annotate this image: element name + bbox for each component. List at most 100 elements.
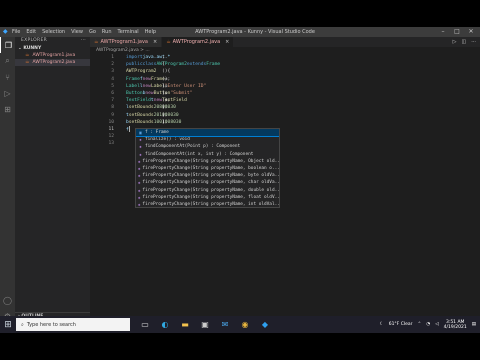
close-tab-icon[interactable]: × xyxy=(153,37,157,47)
maximize-icon[interactable]: □ xyxy=(450,27,464,37)
close-icon[interactable]: ✕ xyxy=(464,27,478,37)
menu-item-selection[interactable]: Selection xyxy=(42,29,65,35)
edge-browser-icon[interactable]: ◐ xyxy=(158,318,172,332)
menu-item-help[interactable]: Help xyxy=(145,29,156,35)
explorer-icon[interactable]: ❐ xyxy=(0,37,16,53)
code-line[interactable]: 5 Label l = new Label("Enter User ID"); xyxy=(90,83,480,90)
code-token: java.awt.* xyxy=(142,55,171,60)
menu-item-run[interactable]: Run xyxy=(102,29,112,35)
folder-kunny[interactable]: ⌄ KUNNY xyxy=(15,45,90,52)
code-line[interactable]: 9 t. setBounds(20, 100, 80, 30); xyxy=(90,112,480,119)
code-text: AWTProgram2 (){ xyxy=(126,68,170,75)
task-view-icon[interactable]: ▭ xyxy=(138,318,152,332)
code-token: class xyxy=(142,62,157,68)
suggestion-text: firePropertyChange(String propertyName, … xyxy=(142,173,280,179)
split-editor-icon[interactable]: ◫ xyxy=(461,39,466,45)
suggestion-item[interactable]: ▣ f : Frame xyxy=(136,129,279,138)
menu-item-terminal[interactable]: Terminal xyxy=(118,29,139,35)
code-token: TextField xyxy=(126,98,151,104)
chevron-up-icon[interactable]: ⌃ xyxy=(417,322,421,327)
network-icon[interactable]: ◔ xyxy=(426,322,430,327)
file-item-awtprogram1[interactable]: ☕ AWTProgram1.java xyxy=(15,52,90,59)
code-token: setBounds xyxy=(128,119,154,125)
code-text: import java.awt.*; xyxy=(126,54,170,61)
window-title: AWTProgram2.java - Kunny - Visual Studio… xyxy=(195,29,315,35)
code-line[interactable]: 6 Button b = new Button("Submit"); xyxy=(90,90,480,97)
menu-item-edit[interactable]: Edit xyxy=(26,29,36,35)
search-icon: ⌕ xyxy=(21,321,24,328)
clock[interactable]: 3:51 AM 4/19/2021 xyxy=(444,320,467,330)
suggestion-text: firePropertyChange(String propertyName, … xyxy=(142,201,280,207)
run-debug-icon[interactable]: ▷ xyxy=(0,85,15,101)
account-icon[interactable]: ◯ xyxy=(0,292,15,308)
code-line[interactable]: 4 Frame f = new Frame (); xyxy=(90,76,480,83)
suggest-widget[interactable]: ▣ f : Frame ◈ finalize() : void ◈ findCompone… xyxy=(135,128,280,208)
code-token: 100 xyxy=(153,119,162,125)
taskbar-search-box[interactable]: ⌕ Type here to search xyxy=(16,318,130,331)
code-token: Frame xyxy=(126,76,140,82)
more-actions-icon[interactable]: ··· xyxy=(81,37,86,45)
code-token: setBounds xyxy=(128,112,154,118)
code-token: Label xyxy=(126,83,140,89)
line-number: 9 xyxy=(111,112,114,118)
search-icon[interactable]: ⌕ xyxy=(0,53,15,69)
line-number: 5 xyxy=(111,83,114,89)
tab-awtprogram1[interactable]: ☕ AWTProgram1.java × xyxy=(90,37,163,47)
line-number: 11 xyxy=(108,126,114,132)
suggestion-item[interactable]: ◈ firePropertyChange(String propertyName,… xyxy=(136,194,279,201)
code-line[interactable]: 1 import java.awt.*; xyxy=(90,54,480,61)
suggestion-item[interactable]: ◈ firePropertyChange(String propertyName,… xyxy=(136,201,280,207)
suggestion-item[interactable]: ◈ finalize() : void xyxy=(136,136,279,143)
close-tab-icon[interactable]: × xyxy=(225,37,229,47)
suggestion-item[interactable]: ◈ findComponentAt(Point p) : Component xyxy=(136,143,279,150)
run-icon[interactable]: ▷ xyxy=(453,39,457,45)
vscode-taskbar-icon[interactable]: ◆ xyxy=(258,318,272,332)
extensions-icon[interactable]: ⊞ xyxy=(0,101,15,117)
code-token: extends xyxy=(186,62,207,68)
weather-icon[interactable]: ☾ xyxy=(380,322,384,327)
store-icon[interactable]: ▣ xyxy=(198,318,212,332)
file-explorer-icon[interactable]: ▬ xyxy=(178,318,192,332)
explorer-sidebar: EXPLORER ··· ⌄ KUNNY ☕ AWTProgram1.java … xyxy=(15,37,90,326)
suggestion-item[interactable]: ◈ firePropertyChange(String propertyName,… xyxy=(136,179,279,186)
menu-item-go[interactable]: Go xyxy=(89,29,96,35)
code-line[interactable]: 2 public class AWTProgram2 extends Frame{ xyxy=(90,61,480,68)
notification-icon[interactable]: ▤ xyxy=(472,322,476,327)
code-line[interactable]: 7 TextField t = new TextField (); xyxy=(90,97,480,104)
suggestion-item[interactable]: ◈ firePropertyChange(String propertyName,… xyxy=(136,187,279,194)
mail-icon[interactable]: ✉ xyxy=(218,318,232,332)
code-token: new xyxy=(142,76,151,82)
title-bar: ◆ File Edit Selection View Go Run Terminal Help… xyxy=(0,27,480,37)
tab-awtprogram2[interactable]: ☕ AWTProgram2.java × xyxy=(162,37,235,47)
vscode-window: ◆ File Edit Selection View Go Run Terminal Help… xyxy=(0,27,480,333)
chrome-icon[interactable]: ◉ xyxy=(238,318,252,332)
windows-start-icon[interactable]: ⊞ xyxy=(0,316,16,333)
source-control-icon[interactable]: ⑂ xyxy=(0,69,15,85)
suggestion-text: findComponentAt(Point p) : Component xyxy=(145,144,241,150)
menu-item-view[interactable]: View xyxy=(71,29,83,35)
method-icon: ◈ xyxy=(138,165,141,171)
suggestion-item[interactable]: ◈ firePropertyChange(String propertyName,… xyxy=(136,172,279,179)
line-number: 13 xyxy=(108,141,114,147)
code-line[interactable]: 3 AWTProgram2 (){ xyxy=(90,68,480,75)
code-token: ); xyxy=(162,105,168,111)
code-token: (); xyxy=(162,76,171,82)
line-number: 1 xyxy=(111,55,114,60)
system-tray: ☾ 61°F Clear ⌃ ◔ ◁ 3:51 AM 4/19/2021 ▤ xyxy=(380,316,476,333)
breadcrumb[interactable]: AWTProgram2.java > ... xyxy=(90,47,480,54)
code-line[interactable]: 10 b. setBounds(100, 100, 80, 30); xyxy=(90,119,480,126)
suggestion-item[interactable]: ◈ findComponentAt(int x, int y) : Compone… xyxy=(136,151,279,158)
code-token: (){ xyxy=(162,69,171,75)
file-item-awtprogram2[interactable]: ☕ AWTProgram2.java xyxy=(15,59,90,66)
volume-icon[interactable]: ◁ xyxy=(435,322,438,327)
menu-item-file[interactable]: File xyxy=(12,29,20,35)
java-file-icon: ☕ xyxy=(166,39,171,45)
suggestion-item[interactable]: ◈ firePropertyChange(String propertyName,… xyxy=(136,165,279,172)
minimize-icon[interactable]: – xyxy=(436,27,450,37)
menu-bar: File Edit Selection View Go Run Terminal Help xyxy=(12,29,156,35)
suggestion-item[interactable]: ◈ firePropertyChange(String propertyName,… xyxy=(136,158,279,165)
line-number: 10 xyxy=(108,119,114,125)
code-line[interactable]: 8 l. setBounds(20, 80, 80, 30); xyxy=(90,104,480,111)
more-actions-icon[interactable]: ··· xyxy=(471,39,476,45)
weather-text[interactable]: 61°F Clear xyxy=(389,322,413,327)
